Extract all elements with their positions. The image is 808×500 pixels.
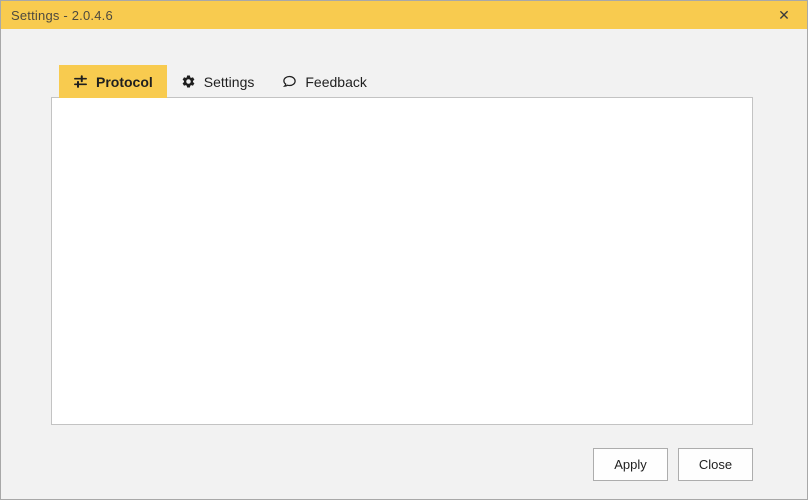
protocol-panel bbox=[51, 97, 753, 425]
tab-feedback[interactable]: Feedback bbox=[268, 65, 380, 98]
window-close-icon[interactable]: ✕ bbox=[761, 1, 807, 29]
gear-icon bbox=[181, 74, 196, 89]
tab-protocol[interactable]: Protocol bbox=[59, 65, 167, 98]
tab-settings[interactable]: Settings bbox=[167, 65, 269, 98]
window-title: Settings - 2.0.4.6 bbox=[11, 8, 113, 23]
speech-bubble-icon bbox=[282, 74, 297, 89]
settings-window: Settings - 2.0.4.6 ✕ Protocol Settings bbox=[0, 0, 808, 500]
tab-settings-label: Settings bbox=[204, 74, 255, 90]
titlebar[interactable]: Settings - 2.0.4.6 ✕ bbox=[1, 1, 807, 29]
tab-protocol-label: Protocol bbox=[96, 74, 153, 90]
apply-button[interactable]: Apply bbox=[593, 448, 668, 481]
sliders-icon bbox=[73, 74, 88, 89]
close-button[interactable]: Close bbox=[678, 448, 753, 481]
tab-bar: Protocol Settings Feedback bbox=[59, 65, 381, 98]
tab-feedback-label: Feedback bbox=[305, 74, 366, 90]
